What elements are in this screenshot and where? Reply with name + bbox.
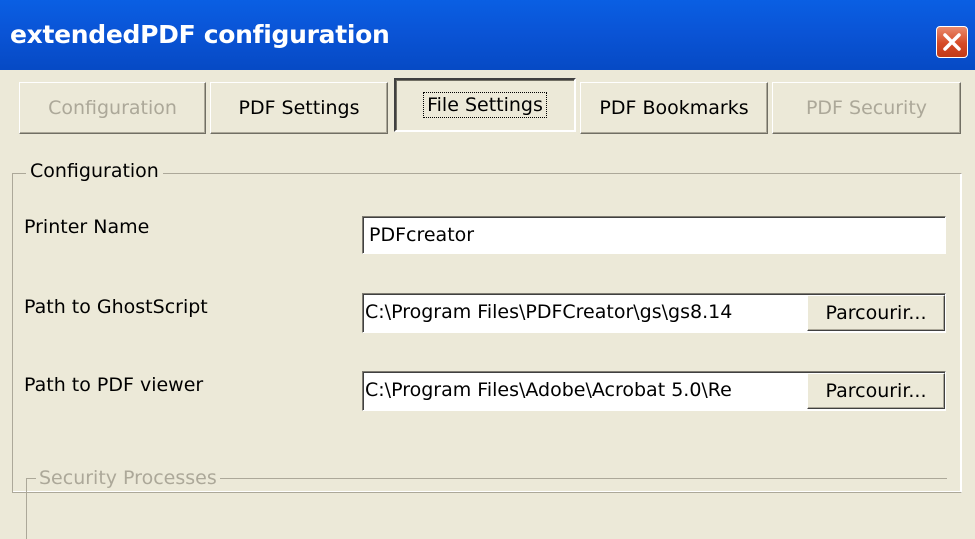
ghostscript-browse-button[interactable]: Parcourir... [807, 295, 945, 331]
tab-configuration[interactable]: Configuration [19, 82, 206, 134]
tab-pdf-security[interactable]: PDF Security [772, 82, 961, 134]
window-title: extendedPDF configuration [10, 20, 390, 49]
printer-name-field[interactable]: PDFcreator [362, 216, 946, 254]
pdf-viewer-path-value: C:\Program Files\Adobe\Acrobat 5.0\Re [365, 379, 732, 401]
pdf-viewer-label: Path to PDF viewer [24, 374, 204, 396]
printer-name-label: Printer Name [24, 216, 150, 238]
configuration-legend: Configuration [26, 160, 163, 182]
tab-label: File Settings [423, 92, 547, 118]
close-icon [943, 33, 961, 51]
pdf-viewer-browse-button[interactable]: Parcourir... [807, 373, 945, 409]
tab-pdf-bookmarks[interactable]: PDF Bookmarks [580, 82, 768, 134]
tab-label: Configuration [48, 97, 177, 119]
browse-label: Parcourir... [825, 380, 927, 402]
tab-file-settings[interactable]: File Settings [394, 78, 576, 132]
tab-label: PDF Bookmarks [599, 97, 749, 119]
ghostscript-path-value: C:\Program Files\PDFCreator\gs\gs8.14 [365, 301, 733, 323]
close-button[interactable] [936, 26, 968, 58]
printer-name-value: PDFcreator [369, 224, 475, 246]
ghostscript-label: Path to GhostScript [24, 296, 208, 318]
tab-label: PDF Settings [238, 97, 360, 119]
title-bar: extendedPDF configuration [0, 0, 975, 80]
tab-label: PDF Security [805, 97, 928, 119]
tab-pdf-settings[interactable]: PDF Settings [210, 82, 388, 134]
browse-label: Parcourir... [825, 302, 927, 324]
